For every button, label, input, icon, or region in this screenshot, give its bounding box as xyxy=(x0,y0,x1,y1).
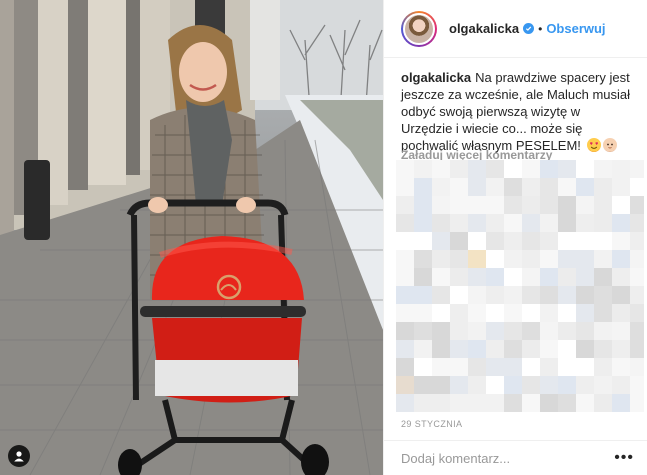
post-date: 29 STYCZNIA xyxy=(401,419,463,429)
user-tag-button[interactable] xyxy=(8,445,30,467)
comment-input[interactable] xyxy=(401,450,615,466)
caption-username[interactable]: olgakalicka xyxy=(401,70,471,85)
avatar[interactable] xyxy=(401,10,437,47)
heart-eyes-emoji-icon xyxy=(586,138,601,152)
user-tag-icon xyxy=(14,451,24,462)
follow-button[interactable]: Obserwuj xyxy=(546,21,605,36)
pixelated-comments-image xyxy=(396,160,644,412)
baby-face-emoji-icon xyxy=(602,138,617,152)
post-header: olgakalicka • Obserwuj xyxy=(384,0,647,58)
post-photo[interactable] xyxy=(0,0,383,475)
post-caption: olgakalicka Na prawdziwe spacery jest jes… xyxy=(401,69,633,154)
comment-bar: ••• xyxy=(384,440,647,475)
more-options-icon[interactable]: ••• xyxy=(614,449,634,467)
verified-badge-icon xyxy=(523,23,535,34)
stroller-photo xyxy=(0,0,383,475)
blurred-comments xyxy=(396,160,644,416)
header-username[interactable]: olgakalicka xyxy=(449,21,519,36)
header-separator: • xyxy=(538,21,543,36)
